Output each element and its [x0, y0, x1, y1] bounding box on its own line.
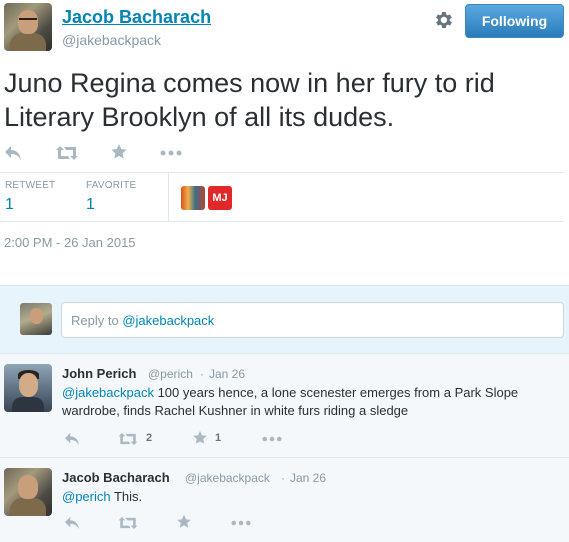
- more-icon[interactable]: [160, 150, 182, 156]
- reply-mention[interactable]: @perich: [62, 489, 111, 504]
- author-handle[interactable]: @jakebackpack: [62, 32, 161, 48]
- star-icon[interactable]: [192, 430, 208, 445]
- tweet-header: Jacob Bacharach @jakebackpack Following: [0, 0, 569, 60]
- reply-placeholder-prefix: Reply to: [71, 312, 123, 328]
- reply-text: @perich This.: [62, 488, 562, 506]
- stats-divider: [168, 173, 169, 221]
- avatar-face: [18, 475, 38, 499]
- retweet-icon[interactable]: [56, 146, 78, 160]
- reply-icon[interactable]: [64, 516, 80, 530]
- reply-placeholder-handle: @jakebackpack: [122, 312, 215, 328]
- following-button[interactable]: Following: [465, 4, 564, 38]
- retweet-icon[interactable]: [118, 433, 138, 445]
- reply-separator: ·: [281, 471, 285, 485]
- reply-favorite-count: 1: [215, 432, 222, 444]
- more-icon[interactable]: [231, 520, 251, 526]
- avatar-shirt: [10, 498, 46, 516]
- tweet-timestamp[interactable]: 2:00 PM - 26 Jan 2015: [4, 235, 136, 250]
- favoriter-avatar[interactable]: [181, 186, 205, 210]
- avatar-glasses: [19, 18, 37, 24]
- gear-icon[interactable]: [432, 9, 454, 31]
- reply-input[interactable]: Reply to @jakebackpack: [61, 302, 564, 338]
- tweet-text: Juno Regina comes now in her fury to rid…: [4, 68, 495, 132]
- retweet-stat-count[interactable]: 1: [5, 196, 14, 214]
- favorite-stat-label: FAVORITE: [86, 180, 137, 191]
- reply-author-name[interactable]: Jacob Bacharach: [62, 470, 170, 485]
- author-avatar[interactable]: [4, 3, 52, 51]
- retweet-stat-label: RETWEET: [5, 180, 56, 191]
- reply-icon[interactable]: [4, 145, 22, 161]
- reply-author-avatar[interactable]: [4, 364, 52, 412]
- reply-icon[interactable]: [64, 432, 80, 446]
- reply-composer: Reply to @jakebackpack: [0, 285, 569, 353]
- reply-separator: ·: [200, 367, 204, 381]
- avatar-face: [30, 308, 43, 324]
- reply-author-handle[interactable]: @jakebackpack: [185, 471, 270, 485]
- reply-mention[interactable]: @jakebackpack: [62, 385, 154, 400]
- reply-tweet[interactable]: John Perich @perich · Jan 26 @jakebackpa…: [0, 353, 569, 457]
- avatar-shirt: [12, 397, 44, 412]
- reply-body: This.: [110, 489, 143, 504]
- tweet-actions: [0, 140, 569, 166]
- reply-retweet-count: 2: [146, 432, 153, 444]
- reply-date[interactable]: Jan 26: [290, 471, 326, 485]
- reply-author-avatar[interactable]: [4, 468, 52, 516]
- retweet-icon[interactable]: [118, 517, 138, 529]
- favoriter-avatar-mj[interactable]: MJ: [208, 186, 232, 210]
- favorite-stat-count[interactable]: 1: [86, 196, 95, 214]
- star-icon[interactable]: [110, 143, 128, 160]
- reply-tweet[interactable]: Jacob Bacharach @jakebackpack · Jan 26 @…: [0, 457, 569, 542]
- current-user-avatar: [20, 303, 52, 335]
- reply-date[interactable]: Jan 26: [209, 367, 245, 381]
- reply-author-name[interactable]: John Perich: [62, 366, 136, 381]
- reply-text: @jakebackpack 100 years hence, a lone sc…: [62, 384, 562, 420]
- reply-author-handle[interactable]: @perich: [148, 367, 193, 381]
- avatar-shirt: [10, 33, 46, 51]
- author-name-link[interactable]: Jacob Bacharach: [62, 7, 211, 28]
- more-icon[interactable]: [262, 436, 282, 442]
- star-icon[interactable]: [176, 514, 192, 529]
- avatar-face: [19, 373, 38, 397]
- tweet-stats: RETWEET 1 FAVORITE 1 MJ: [0, 172, 564, 222]
